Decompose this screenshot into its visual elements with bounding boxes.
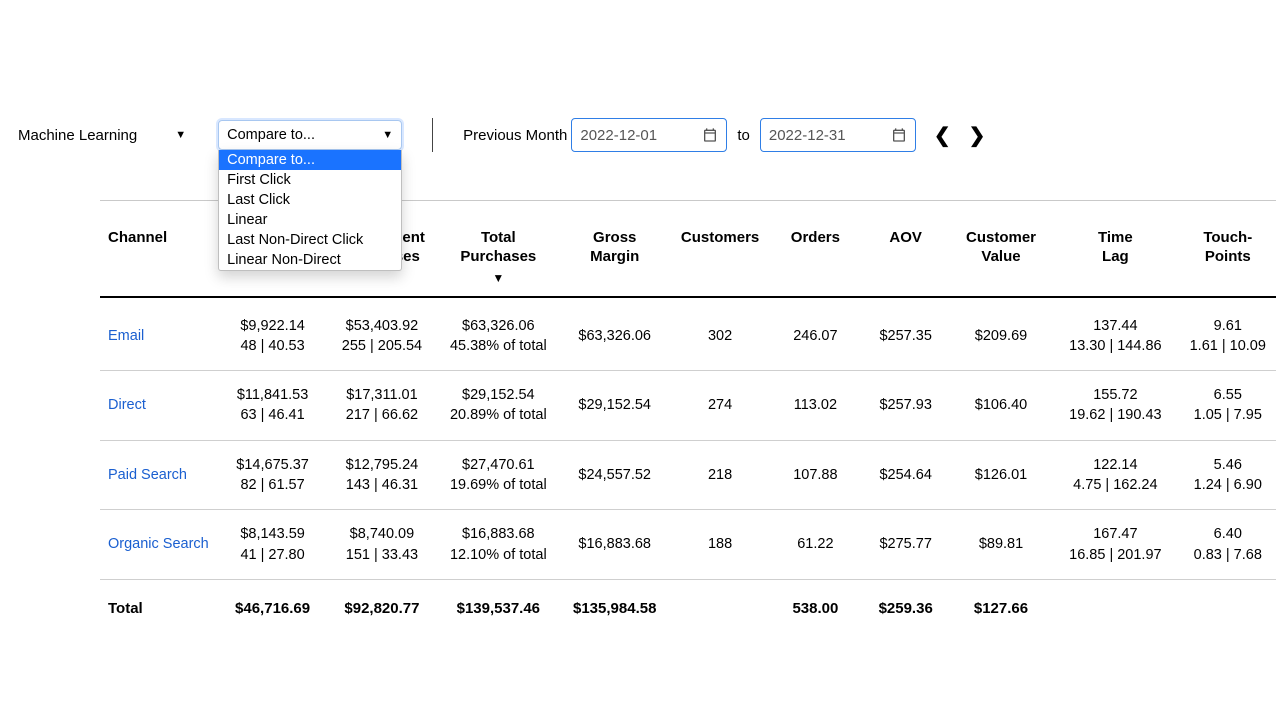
table-row: Direct$11,841.5363 | 46.41$17,311.01217 …: [100, 371, 1276, 441]
column-header[interactable]: Customers: [670, 201, 770, 296]
chevron-down-icon: ▼: [382, 129, 393, 141]
aov-cell: $257.93: [861, 371, 951, 441]
model-select[interactable]: Machine Learning ▼: [10, 121, 194, 150]
subsequent-purchases-cell: $17,311.01217 | 66.62: [327, 371, 437, 441]
time-lag-cell: 155.7219.62 | 190.43: [1051, 371, 1179, 441]
first-purchases-cell: $11,841.5363 | 46.41: [218, 371, 326, 441]
channel-link[interactable]: Organic Search: [100, 510, 218, 580]
gross-margin-cell: $16,883.68: [560, 510, 670, 580]
total-cell: $139,537.46: [437, 579, 559, 637]
model-select-label: Machine Learning: [18, 127, 137, 144]
orders-cell: 107.88: [770, 440, 860, 510]
column-header[interactable]: Orders: [770, 201, 860, 296]
gross-margin-cell: $29,152.54: [560, 371, 670, 441]
orders-cell: 113.02: [770, 371, 860, 441]
subsequent-purchases-cell: $12,795.24143 | 46.31: [327, 440, 437, 510]
customer-value-cell: $89.81: [951, 510, 1051, 580]
compare-select-label: Compare to...: [227, 127, 315, 143]
orders-cell: 61.22: [770, 510, 860, 580]
column-header[interactable]: TimeLag: [1051, 201, 1179, 296]
controls-bar: Machine Learning ▼ Compare to... ▼ Compa…: [10, 118, 985, 152]
total-cell: $135,984.58: [560, 579, 670, 637]
channel-link[interactable]: Paid Search: [100, 440, 218, 510]
table-row: Paid Search$14,675.3782 | 61.57$12,795.2…: [100, 440, 1276, 510]
channel-link[interactable]: Email: [100, 297, 218, 371]
total-purchases-cell: $63,326.0645.38% of total: [437, 297, 559, 371]
column-header[interactable]: Touch-Points: [1180, 201, 1276, 296]
date-to-input[interactable]: 2022-12-31: [760, 118, 916, 152]
gross-margin-cell: $24,557.52: [560, 440, 670, 510]
calendar-icon: [891, 127, 907, 143]
touchpoints-cell: 5.461.24 | 6.90: [1180, 440, 1276, 510]
touchpoints-cell: 6.400.83 | 7.68: [1180, 510, 1276, 580]
customers-cell: 218: [670, 440, 770, 510]
aov-cell: $275.77: [861, 510, 951, 580]
time-lag-cell: 137.4413.30 | 144.86: [1051, 297, 1179, 371]
separator: [432, 118, 433, 152]
total-cell: [670, 579, 770, 637]
total-purchases-cell: $27,470.6119.69% of total: [437, 440, 559, 510]
table-row: Email$9,922.1448 | 40.53$53,403.92255 | …: [100, 297, 1276, 371]
total-cell: [1180, 579, 1276, 637]
compare-option[interactable]: Last Non-Direct Click: [219, 230, 401, 250]
channel-link[interactable]: Direct: [100, 371, 218, 441]
calendar-icon: [702, 127, 718, 143]
subsequent-purchases-cell: $53,403.92255 | 205.54: [327, 297, 437, 371]
total-cell: $127.66: [951, 579, 1051, 637]
touchpoints-cell: 6.551.05 | 7.95: [1180, 371, 1276, 441]
total-cell: $259.36: [861, 579, 951, 637]
to-label: to: [737, 127, 750, 144]
first-purchases-cell: $8,143.5941 | 27.80: [218, 510, 326, 580]
customers-cell: 274: [670, 371, 770, 441]
time-lag-cell: 167.4716.85 | 201.97: [1051, 510, 1179, 580]
gross-margin-cell: $63,326.06: [560, 297, 670, 371]
compare-option[interactable]: First Click: [219, 170, 401, 190]
first-purchases-cell: $9,922.1448 | 40.53: [218, 297, 326, 371]
customer-value-cell: $126.01: [951, 440, 1051, 510]
total-purchases-cell: $16,883.6812.10% of total: [437, 510, 559, 580]
customers-cell: 302: [670, 297, 770, 371]
first-purchases-cell: $14,675.3782 | 61.57: [218, 440, 326, 510]
compare-select[interactable]: Compare to... ▼: [218, 120, 402, 150]
date-to-value: 2022-12-31: [769, 127, 846, 144]
touchpoints-cell: 9.611.61 | 10.09: [1180, 297, 1276, 371]
customer-value-cell: $106.40: [951, 371, 1051, 441]
column-header[interactable]: AOV: [861, 201, 951, 296]
compare-option[interactable]: Compare to...: [219, 150, 401, 170]
chevron-down-icon: ▼: [175, 129, 186, 141]
total-cell: Total: [100, 579, 218, 637]
date-from-value: 2022-12-01: [580, 127, 657, 144]
aov-cell: $257.35: [861, 297, 951, 371]
column-header[interactable]: GrossMargin: [560, 201, 670, 296]
aov-cell: $254.64: [861, 440, 951, 510]
orders-cell: 246.07: [770, 297, 860, 371]
column-header[interactable]: Channel: [100, 201, 218, 296]
column-header[interactable]: CustomerValue: [951, 201, 1051, 296]
total-cell: [1051, 579, 1179, 637]
prev-period-button[interactable]: ❮: [934, 123, 951, 148]
total-cell: 538.00: [770, 579, 860, 637]
total-purchases-cell: $29,152.5420.89% of total: [437, 371, 559, 441]
next-period-button[interactable]: ❯: [969, 123, 986, 148]
compare-option[interactable]: Linear Non-Direct: [219, 250, 401, 270]
total-cell: $46,716.69: [218, 579, 326, 637]
customers-cell: 188: [670, 510, 770, 580]
compare-option[interactable]: Last Click: [219, 190, 401, 210]
compare-option[interactable]: Linear: [219, 210, 401, 230]
column-header[interactable]: TotalPurchases▼: [437, 201, 559, 296]
previous-month-label: Previous Month: [463, 127, 567, 144]
customer-value-cell: $209.69: [951, 297, 1051, 371]
time-lag-cell: 122.144.75 | 162.24: [1051, 440, 1179, 510]
sort-desc-icon: ▼: [443, 271, 553, 286]
total-cell: $92,820.77: [327, 579, 437, 637]
date-from-input[interactable]: 2022-12-01: [571, 118, 727, 152]
subsequent-purchases-cell: $8,740.09151 | 33.43: [327, 510, 437, 580]
compare-dropdown: Compare to...First ClickLast ClickLinear…: [218, 150, 402, 271]
table-row: Organic Search$8,143.5941 | 27.80$8,740.…: [100, 510, 1276, 580]
